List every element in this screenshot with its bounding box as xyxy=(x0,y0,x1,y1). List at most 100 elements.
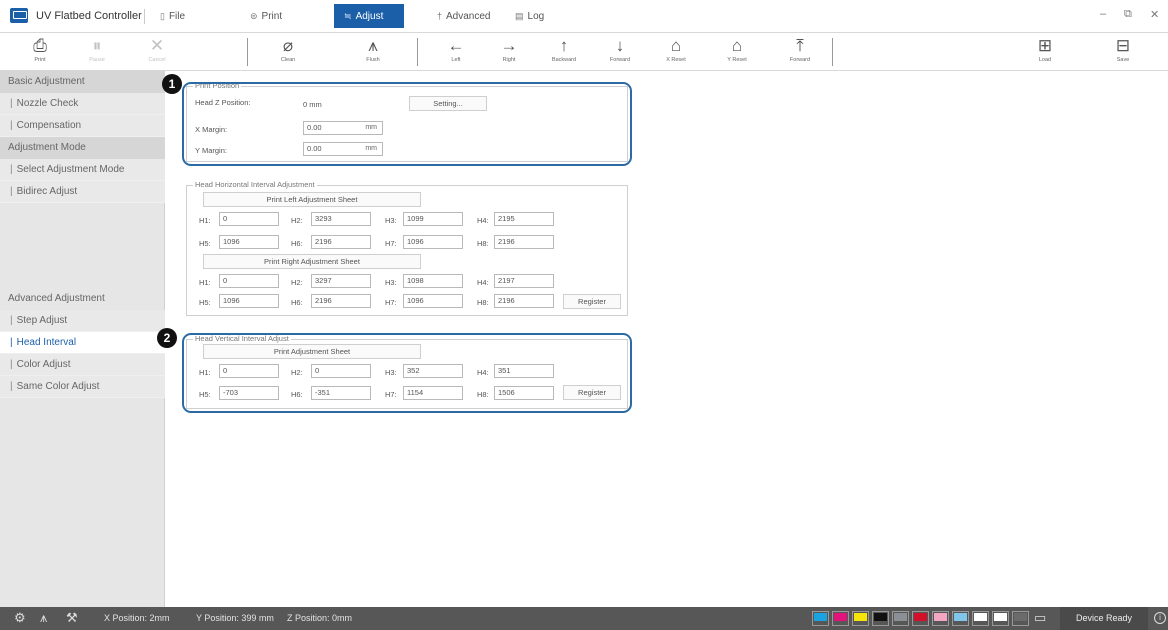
pause-label: Pause xyxy=(89,57,105,63)
close-icon[interactable]: ✕ xyxy=(1150,8,1159,21)
table-forward-button[interactable]: ⤒ Forward xyxy=(776,35,824,69)
print-left-sheet-button[interactable]: Print Left Adjustment Sheet xyxy=(203,192,421,207)
flush-status-icon[interactable]: ⩚ xyxy=(40,610,47,626)
highlight-box-2 xyxy=(182,333,632,413)
sidebar-item-color-adjust[interactable]: | Color Adjust xyxy=(0,354,165,376)
tab-log[interactable]: ▤ Log xyxy=(505,4,554,28)
toolbar-divider xyxy=(417,38,418,66)
arrow-down-icon: ↓ xyxy=(615,36,625,55)
horizontal-interval-group: Head Horizontal Interval Adjustment Prin… xyxy=(186,180,628,316)
arrow-right-icon: → xyxy=(500,36,518,55)
left-h4-field[interactable]: 2195 xyxy=(494,212,554,226)
cancel-label: Cancel xyxy=(148,57,166,63)
right-button[interactable]: → Right xyxy=(485,35,533,69)
y-reset-button[interactable]: ⌂ Y Reset xyxy=(713,35,761,69)
print-right-sheet-button[interactable]: Print Right Adjustment Sheet xyxy=(203,254,421,269)
restore-icon[interactable]: ⧉ xyxy=(1124,8,1132,21)
x-reset-button[interactable]: ⌂ X Reset xyxy=(652,35,700,69)
right-h6-field[interactable]: 2196 xyxy=(311,294,371,308)
highlight-box-1 xyxy=(182,82,632,166)
save-label: Save xyxy=(1116,57,1130,63)
ink-fill xyxy=(814,613,827,621)
maintenance-status-icon[interactable]: ⚒ xyxy=(66,610,78,626)
cancel-icon: ✕ xyxy=(149,36,165,55)
tab-adjust[interactable]: ≒ Adjust xyxy=(334,4,404,28)
sidebar: Basic Adjustment | Nozzle Check | Compensa… xyxy=(0,71,165,607)
h4-label: H4: xyxy=(477,216,489,225)
sidebar-item-same-color-adjust[interactable]: | Same Color Adjust xyxy=(0,376,165,398)
sidebar-item-compensation[interactable]: | Compensation xyxy=(0,115,165,137)
ink-swatch xyxy=(932,611,949,626)
left-h2-field[interactable]: 3293 xyxy=(311,212,371,226)
log-icon: ▤ xyxy=(515,11,524,21)
printer-icon: ⎙ xyxy=(33,36,47,55)
horizontal-register-button[interactable]: Register xyxy=(563,294,621,309)
sidebar-item-step-adjust[interactable]: | Step Adjust xyxy=(0,310,165,332)
pause-button[interactable]: ⏸ Pause xyxy=(73,35,121,69)
left-h8-field[interactable]: 2196 xyxy=(494,235,554,249)
sidebar-header-basic: Basic Adjustment xyxy=(0,71,165,93)
horizontal-interval-legend: Head Horizontal Interval Adjustment xyxy=(193,180,317,189)
right-h5-field[interactable]: 1096 xyxy=(219,294,279,308)
right-h1-field[interactable]: 0 xyxy=(219,274,279,288)
ink-swatch xyxy=(1012,611,1029,626)
callout-2: 2 xyxy=(157,328,177,348)
flush-label: Flush xyxy=(366,57,380,63)
right-h8-field[interactable]: 2196 xyxy=(494,294,554,308)
ink-fill xyxy=(894,613,907,621)
ink-swatch xyxy=(952,611,969,626)
tab-file[interactable]: ▯ File xyxy=(150,4,195,28)
save-button[interactable]: ⊟ Save xyxy=(1099,35,1147,69)
sidebar-item-label: Bidirec Adjust xyxy=(16,186,78,197)
right-h2-field[interactable]: 3297 xyxy=(311,274,371,288)
sidebar-header-mode: Adjustment Mode xyxy=(0,137,165,159)
left-h7-field[interactable]: 1096 xyxy=(403,235,463,249)
app-title: UV Flatbed Controller xyxy=(36,10,142,22)
tab-advanced-label: Advanced xyxy=(446,11,491,22)
head-status-icon[interactable]: ⚙ xyxy=(14,610,26,626)
ink-fill xyxy=(834,613,847,621)
h5-label: H5: xyxy=(199,298,211,307)
arrow-up-icon: ↑ xyxy=(559,36,569,55)
left-h3-field[interactable]: 1099 xyxy=(403,212,463,226)
clean-button[interactable]: ⌀ Clean xyxy=(264,35,312,69)
tab-print[interactable]: ⊜ Print xyxy=(240,4,292,28)
sidebar-item-bidirec-adjust[interactable]: | Bidirec Adjust xyxy=(0,181,165,203)
adjust-icon: ≒ xyxy=(344,11,352,21)
load-label: Load xyxy=(1038,57,1052,63)
left-button[interactable]: ← Left xyxy=(432,35,480,69)
clean-label: Clean xyxy=(280,57,296,63)
cancel-button[interactable]: ✕ Cancel xyxy=(133,35,181,69)
h2-label: H2: xyxy=(291,216,303,225)
load-button[interactable]: ⊞ Load xyxy=(1021,35,1069,69)
left-h5-field[interactable]: 1096 xyxy=(219,235,279,249)
forward-button[interactable]: ↓ Forward xyxy=(596,35,644,69)
sidebar-item-head-interval[interactable]: | Head Interval xyxy=(0,332,165,354)
sidebar-item-select-mode[interactable]: | Select Adjustment Mode xyxy=(0,159,165,181)
backward-button[interactable]: ↑ Backward xyxy=(540,35,588,69)
sidebar-item-label: Select Adjustment Mode xyxy=(16,164,125,175)
sidebar-item-nozzle-check[interactable]: | Nozzle Check xyxy=(0,93,165,115)
ink-fill xyxy=(914,613,927,621)
right-h3-field[interactable]: 1098 xyxy=(403,274,463,288)
right-h7-field[interactable]: 1096 xyxy=(403,294,463,308)
y-position-readout: Y Position: 399 mm xyxy=(196,613,274,623)
print-button[interactable]: ⎙ Print xyxy=(16,35,64,69)
status-bar: ⚙ ⩚ ⚒ X Position: 2mm Y Position: 399 mm… xyxy=(0,607,1168,630)
tab-advanced[interactable]: † Advanced xyxy=(427,4,501,28)
ink-swatch xyxy=(992,611,1009,626)
left-h1-field[interactable]: 0 xyxy=(219,212,279,226)
minimize-icon[interactable]: – xyxy=(1100,8,1106,20)
print-icon: ⊜ xyxy=(250,11,258,21)
flush-button[interactable]: ⩚ Flush xyxy=(349,35,397,69)
right-h4-field[interactable]: 2197 xyxy=(494,274,554,288)
toolbar-divider xyxy=(832,38,833,66)
ink-swatch xyxy=(972,611,989,626)
toolbar: ⎙ Print ⏸ Pause ✕ Cancel ⌀ Clean ⩚ Flush… xyxy=(0,33,1168,71)
device-status-badge: Device Ready xyxy=(1060,607,1148,630)
flush-icon: ⩚ xyxy=(368,36,378,55)
forward-label: Forward xyxy=(609,57,631,63)
sidebar-item-label: Step Adjust xyxy=(16,315,68,326)
left-h6-field[interactable]: 2196 xyxy=(311,235,371,249)
info-icon[interactable]: i xyxy=(1154,612,1166,624)
